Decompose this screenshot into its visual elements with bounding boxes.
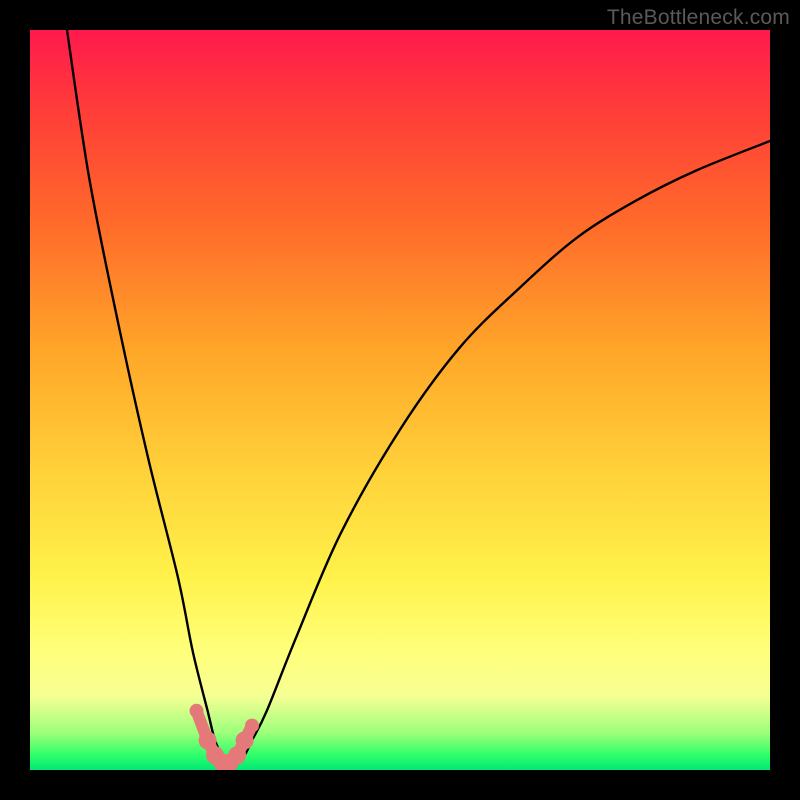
curve-marker bbox=[245, 719, 259, 733]
curve-marker bbox=[190, 704, 204, 718]
plot-area bbox=[30, 30, 770, 770]
watermark-text: TheBottleneck.com bbox=[607, 6, 790, 30]
curve-line bbox=[67, 30, 770, 764]
curve-markers bbox=[190, 704, 260, 770]
curve-marker bbox=[236, 731, 254, 749]
bottleneck-curve bbox=[30, 30, 770, 770]
chart-frame: TheBottleneck.com bbox=[0, 0, 800, 800]
